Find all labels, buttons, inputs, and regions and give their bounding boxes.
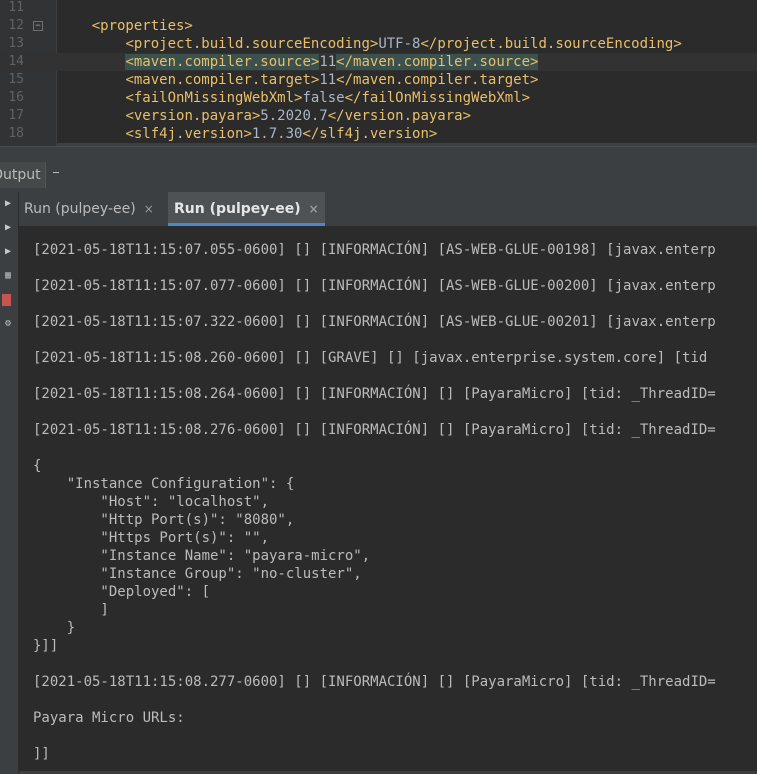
play-icon[interactable]: ▶: [2, 222, 14, 234]
line-number: 11: [8, 0, 24, 15]
console-line: [2021-05-18T11:15:07.322-0600] [] [INFOR…: [33, 314, 716, 330]
minimize-icon[interactable]: [53, 172, 59, 173]
console-line: [2021-05-18T11:15:08.276-0600] [] [INFOR…: [33, 422, 716, 438]
console-line: [2021-05-18T11:15:07.077-0600] [] [INFOR…: [33, 278, 716, 294]
line-number: 16: [8, 90, 24, 105]
console-line: "Https Port(s)": "",: [33, 530, 270, 546]
console-line: "Instance Group": "no-cluster",: [33, 566, 362, 582]
xml-value: 11: [319, 54, 337, 70]
console-line: Payara Micro URLs:: [33, 710, 185, 726]
line-number: 17: [8, 108, 24, 123]
tab-label: Run (pulpey-ee): [24, 201, 136, 217]
xml-value: 1.7.30: [251, 126, 303, 142]
xml-value: 5.2020.7: [260, 108, 328, 124]
output-panel-header: Output: [0, 158, 757, 193]
xml-open-tag: <version.payara>: [125, 108, 261, 124]
xml-open-tag: <slf4j.version>: [125, 126, 252, 142]
xml-open-tag: <properties>: [91, 18, 193, 34]
output-panel-title: Output: [0, 167, 41, 183]
close-icon[interactable]: ×: [144, 202, 154, 216]
code-content: <version.payara>5.2020.7</version.payara…: [58, 107, 471, 125]
line-number: 12: [8, 18, 24, 33]
console-line: "Http Port(s)": "8080",: [33, 512, 295, 528]
xml-open-tag: <maven.compiler.target>: [125, 72, 320, 88]
console-line: "Instance Name": "payara-micro",: [33, 548, 371, 564]
stop-icon[interactable]: [2, 294, 11, 306]
code-content: <maven.compiler.target>11</maven.compile…: [58, 71, 538, 89]
code-line[interactable]: 12− <properties>: [0, 17, 757, 35]
console-line: "Deployed": [: [33, 584, 211, 600]
line-number: 14: [8, 54, 24, 69]
code-content: <maven.compiler.source>11</maven.compile…: [58, 53, 539, 71]
xml-close-tag: </maven.compiler.target>: [336, 72, 539, 88]
tab-label: Run (pulpey-ee): [174, 201, 301, 217]
line-number: 13: [8, 36, 24, 51]
xml-open-tag: <failOnMissingWebXml>: [125, 90, 303, 106]
output-tabbar: Run (pulpey-ee) × Run (pulpey-ee) ×: [18, 192, 757, 227]
xml-close-tag: </slf4j.version>: [302, 126, 438, 142]
close-icon[interactable]: ×: [309, 202, 319, 216]
console-line: ]]: [33, 746, 50, 762]
tab-run-pulpey-ee-2[interactable]: Run (pulpey-ee) ×: [168, 192, 325, 226]
xml-value: false: [302, 90, 345, 106]
xml-value: 11: [319, 72, 337, 88]
code-content: <project.build.sourceEncoding>UTF-8</pro…: [58, 35, 682, 53]
fold-icon[interactable]: −: [33, 21, 43, 31]
code-line[interactable]: 14 <maven.compiler.source>11</maven.comp…: [0, 53, 757, 71]
code-content: <slf4j.version>1.7.30</slf4j.version>: [58, 125, 437, 143]
console-line: [2021-05-18T11:15:08.264-0600] [] [INFOR…: [33, 386, 716, 402]
grid-icon[interactable]: ▦: [2, 270, 14, 282]
console-line: "Host": "localhost",: [33, 494, 270, 510]
play-icon[interactable]: ▶: [2, 246, 14, 258]
code-content: <properties>: [58, 17, 193, 35]
console-line: {: [33, 458, 42, 474]
tab-run-pulpey-ee-1[interactable]: Run (pulpey-ee) ×: [18, 192, 160, 226]
console-line: [2021-05-18T11:15:07.055-0600] [] [INFOR…: [33, 242, 716, 258]
console-line: "Instance Configuration": {: [33, 476, 295, 492]
line-number: 15: [8, 72, 24, 87]
code-line[interactable]: 17 <version.payara>5.2020.7</version.pay…: [0, 107, 757, 125]
console-output[interactable]: [2021-05-18T11:15:07.055-0600] [] [INFOR…: [19, 227, 757, 774]
xml-close-tag: </maven.compiler.source>: [336, 54, 539, 70]
code-line[interactable]: 11: [0, 0, 757, 17]
xml-open-tag: <maven.compiler.source>: [125, 54, 320, 70]
code-editor[interactable]: 11 12− <properties> 13 <project.build.sour…: [0, 0, 757, 146]
code-line[interactable]: 16 <failOnMissingWebXml>false</failOnMis…: [0, 89, 757, 107]
console-line: }: [33, 620, 76, 636]
line-number: 18: [8, 126, 24, 141]
console-line: }]]: [33, 638, 59, 654]
play-icon[interactable]: ▶: [2, 198, 14, 210]
code-line[interactable]: 13 <project.build.sourceEncoding>UTF-8</…: [0, 35, 757, 53]
xml-close-tag: </project.build.sourceEncoding>: [420, 36, 682, 52]
code-content: <failOnMissingWebXml>false</failOnMissin…: [58, 89, 530, 107]
output-panel-tab[interactable]: Output: [0, 162, 46, 188]
xml-open-tag: <project.build.sourceEncoding>: [125, 36, 379, 52]
output-side-toolbar: ▶ ▶ ▶ ▦ ⚙: [0, 192, 19, 774]
console-line: [2021-05-18T11:15:08.260-0600] [] [GRAVE…: [33, 350, 708, 366]
code-line[interactable]: 18 <slf4j.version>1.7.30</slf4j.version>: [0, 125, 757, 143]
code-line[interactable]: 15 <maven.compiler.target>11</maven.comp…: [0, 71, 757, 89]
xml-value: UTF-8: [378, 36, 421, 52]
xml-close-tag: </failOnMissingWebXml>: [344, 90, 531, 106]
console-line: ]: [33, 602, 109, 618]
xml-close-tag: </version.payara>: [327, 108, 472, 124]
gear-icon[interactable]: ⚙: [2, 318, 14, 330]
console-line: [2021-05-18T11:15:08.277-0600] [] [INFOR…: [33, 674, 716, 690]
